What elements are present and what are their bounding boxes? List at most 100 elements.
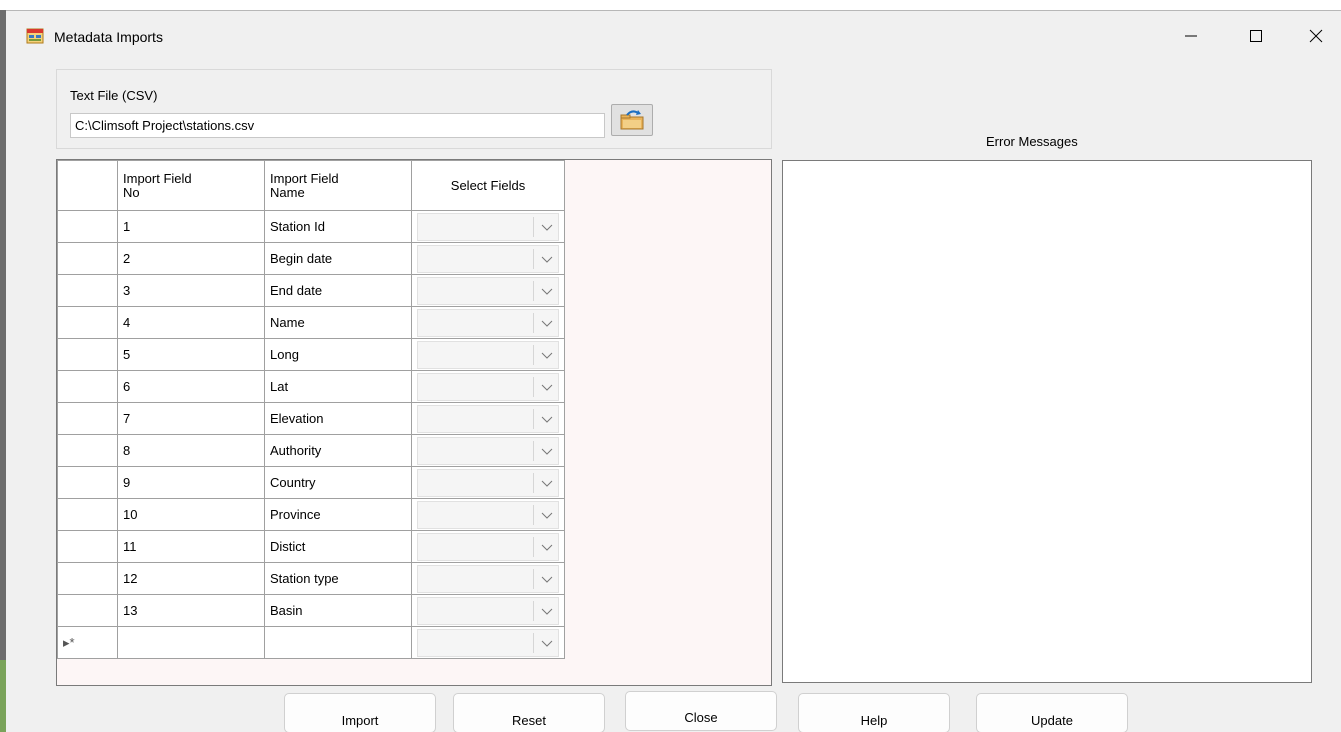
- select-field-dropdown[interactable]: [417, 532, 559, 561]
- cell-select-field[interactable]: [411, 434, 565, 467]
- cell-select-field[interactable]: [411, 530, 565, 563]
- csv-path-input[interactable]: [70, 113, 605, 138]
- table-row[interactable]: 13 Basin: [57, 594, 565, 627]
- cell-select-field[interactable]: [411, 594, 565, 627]
- cell-select-field[interactable]: [411, 562, 565, 595]
- cell-field-name[interactable]: Country: [264, 466, 412, 499]
- cell-field-name[interactable]: Name: [264, 306, 412, 339]
- row-header[interactable]: [57, 562, 118, 595]
- cell-field-name[interactable]: Long: [264, 338, 412, 371]
- cell-select-field[interactable]: [411, 370, 565, 403]
- cell-field-name[interactable]: Begin date: [264, 242, 412, 275]
- table-row[interactable]: 12 Station type: [57, 562, 565, 595]
- row-header[interactable]: [57, 274, 118, 307]
- row-header[interactable]: [57, 242, 118, 275]
- select-field-dropdown[interactable]: [417, 404, 559, 433]
- cell-field-no[interactable]: 13: [117, 594, 265, 627]
- row-header[interactable]: [57, 402, 118, 435]
- close-button[interactable]: Close: [625, 691, 777, 731]
- cell-field-name[interactable]: Station type: [264, 562, 412, 595]
- row-header[interactable]: [57, 210, 118, 243]
- cell-field-no[interactable]: 10: [117, 498, 265, 531]
- row-header[interactable]: [57, 434, 118, 467]
- table-row[interactable]: 7 Elevation: [57, 402, 565, 435]
- header-select-fields[interactable]: Select Fields: [411, 160, 565, 211]
- table-row[interactable]: 3 End date: [57, 274, 565, 307]
- error-messages-box[interactable]: [782, 160, 1312, 683]
- cell-field-no[interactable]: 6: [117, 370, 265, 403]
- cell-field-no[interactable]: 3: [117, 274, 265, 307]
- cell-field-name[interactable]: Elevation: [264, 402, 412, 435]
- cell-field-no[interactable]: 12: [117, 562, 265, 595]
- select-field-dropdown[interactable]: [417, 372, 559, 401]
- row-header-new[interactable]: ▸*: [57, 626, 118, 659]
- cell-field-name[interactable]: Province: [264, 498, 412, 531]
- cell-select-field[interactable]: [411, 626, 565, 659]
- new-row[interactable]: ▸*: [57, 626, 565, 659]
- cell-field-no[interactable]: 11: [117, 530, 265, 563]
- cell-field-name[interactable]: End date: [264, 274, 412, 307]
- row-header[interactable]: [57, 466, 118, 499]
- select-field-dropdown[interactable]: [417, 564, 559, 593]
- table-row[interactable]: 2 Begin date: [57, 242, 565, 275]
- cell-field-name[interactable]: Authority: [264, 434, 412, 467]
- cell-field-name[interactable]: Basin: [264, 594, 412, 627]
- row-header[interactable]: [57, 530, 118, 563]
- cell-select-field[interactable]: [411, 306, 565, 339]
- row-header[interactable]: [57, 594, 118, 627]
- maximize-button[interactable]: [1226, 19, 1286, 53]
- cell-select-field[interactable]: [411, 274, 565, 307]
- cell-field-name[interactable]: Distict: [264, 530, 412, 563]
- select-field-dropdown[interactable]: [417, 340, 559, 369]
- cell-select-field[interactable]: [411, 338, 565, 371]
- table-row[interactable]: 5 Long: [57, 338, 565, 371]
- help-button[interactable]: Help: [798, 693, 950, 732]
- select-field-dropdown[interactable]: [417, 596, 559, 625]
- cell-select-field[interactable]: [411, 242, 565, 275]
- select-field-dropdown[interactable]: [417, 500, 559, 529]
- select-field-dropdown[interactable]: [417, 244, 559, 273]
- cell-field-no[interactable]: 2: [117, 242, 265, 275]
- table-row[interactable]: 4 Name: [57, 306, 565, 339]
- table-row[interactable]: 10 Province: [57, 498, 565, 531]
- update-button[interactable]: Update: [976, 693, 1128, 732]
- cell-select-field[interactable]: [411, 210, 565, 243]
- cell-field-no[interactable]: 9: [117, 466, 265, 499]
- row-header[interactable]: [57, 306, 118, 339]
- cell-select-field[interactable]: [411, 466, 565, 499]
- header-import-field-no[interactable]: Import Field No: [117, 160, 265, 211]
- grid-corner-cell[interactable]: [57, 160, 118, 211]
- table-row[interactable]: 8 Authority: [57, 434, 565, 467]
- select-field-dropdown[interactable]: [417, 468, 559, 497]
- table-row[interactable]: 11 Distict: [57, 530, 565, 563]
- cell-field-name[interactable]: Station Id: [264, 210, 412, 243]
- select-field-dropdown[interactable]: [417, 308, 559, 337]
- cell-field-no[interactable]: 4: [117, 306, 265, 339]
- cell-field-name[interactable]: [264, 626, 412, 659]
- cell-field-no[interactable]: 5: [117, 338, 265, 371]
- select-field-dropdown[interactable]: [417, 436, 559, 465]
- minimize-button[interactable]: [1161, 19, 1221, 53]
- cell-field-name[interactable]: Lat: [264, 370, 412, 403]
- select-field-dropdown[interactable]: [417, 212, 559, 241]
- import-fields-grid-panel: Import Field No Import Field Name Select F…: [56, 159, 772, 686]
- row-header[interactable]: [57, 338, 118, 371]
- cell-field-no[interactable]: 1: [117, 210, 265, 243]
- cell-field-no[interactable]: [117, 626, 265, 659]
- row-header[interactable]: [57, 370, 118, 403]
- select-field-dropdown[interactable]: [417, 628, 559, 657]
- table-row[interactable]: 9 Country: [57, 466, 565, 499]
- cell-select-field[interactable]: [411, 402, 565, 435]
- select-field-dropdown[interactable]: [417, 276, 559, 305]
- table-row[interactable]: 1 Station Id: [57, 210, 565, 243]
- cell-select-field[interactable]: [411, 498, 565, 531]
- header-import-field-name[interactable]: Import Field Name: [264, 160, 412, 211]
- row-header[interactable]: [57, 498, 118, 531]
- close-window-button[interactable]: [1286, 19, 1341, 53]
- cell-field-no[interactable]: 8: [117, 434, 265, 467]
- reset-button[interactable]: Reset: [453, 693, 605, 732]
- browse-file-button[interactable]: [611, 104, 653, 136]
- import-button[interactable]: Import: [284, 693, 436, 732]
- table-row[interactable]: 6 Lat: [57, 370, 565, 403]
- cell-field-no[interactable]: 7: [117, 402, 265, 435]
